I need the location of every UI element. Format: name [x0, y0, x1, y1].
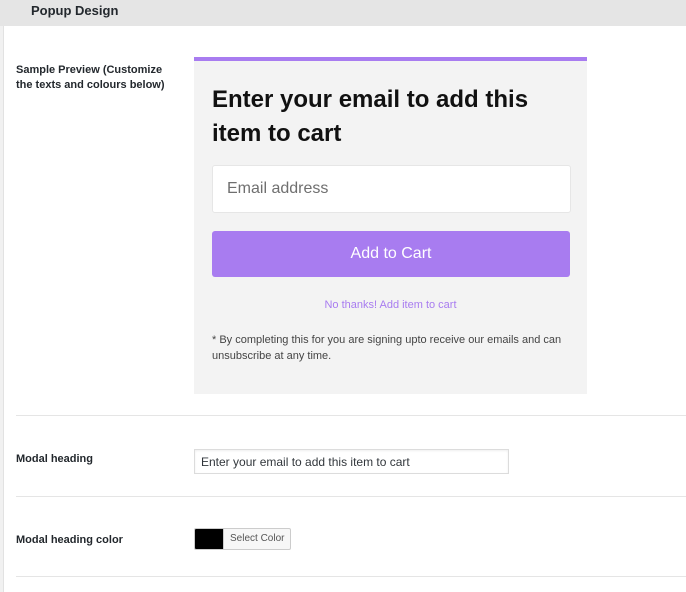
- modal-heading-color-label: Modal heading color: [16, 534, 123, 546]
- modal-heading-color-picker[interactable]: Select Color: [194, 528, 292, 550]
- section-header: Popup Design: [0, 0, 686, 26]
- preview-email-input[interactable]: Email address: [212, 165, 571, 213]
- section-title: Popup Design: [31, 3, 119, 18]
- add-to-cart-button[interactable]: Add to Cart: [212, 231, 570, 277]
- preview-heading: Enter your email to add this item to car…: [212, 86, 529, 147]
- popup-preview: Enter your email to add this item to car…: [194, 57, 587, 394]
- row-divider: [16, 415, 686, 416]
- row-divider: [16, 496, 686, 497]
- select-color-button[interactable]: Select Color: [223, 529, 290, 549]
- modal-heading-input[interactable]: [194, 449, 509, 474]
- modal-heading-field[interactable]: [195, 450, 508, 473]
- no-thanks-link[interactable]: No thanks! Add item to cart: [194, 299, 587, 311]
- sample-preview-label: Sample Preview (Customize the texts and …: [16, 64, 165, 91]
- color-swatch[interactable]: [195, 529, 223, 549]
- preview-disclaimer: * By completing this for you are signing…: [212, 334, 562, 362]
- row-divider: [16, 576, 686, 577]
- preview-email-placeholder: Email address: [227, 180, 329, 197]
- modal-heading-label: Modal heading: [16, 453, 93, 465]
